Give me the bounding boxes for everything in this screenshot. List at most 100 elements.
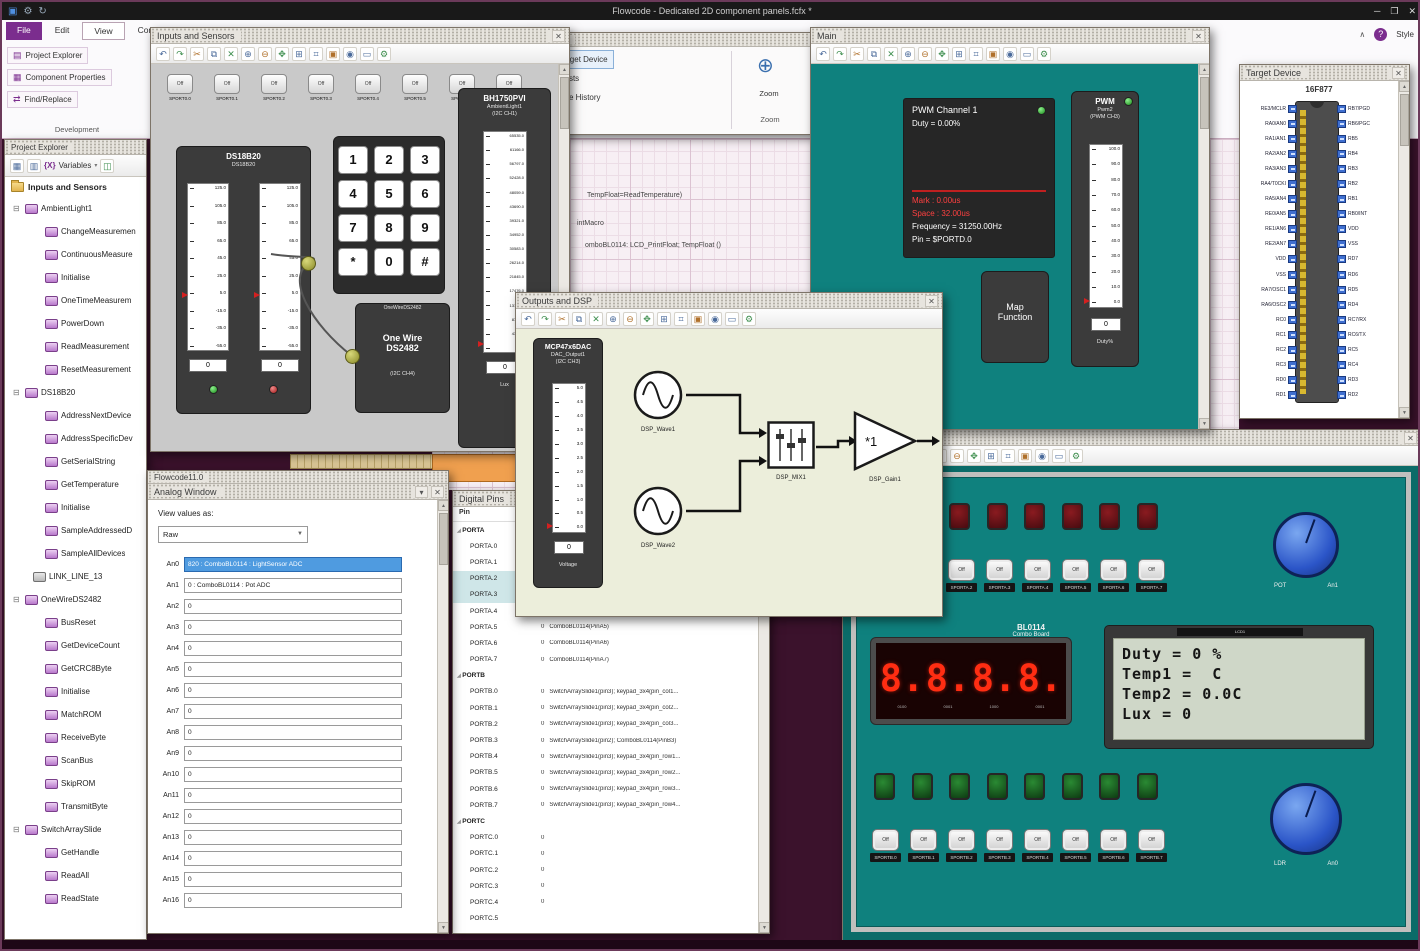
copy-icon[interactable]: ⧉ bbox=[867, 46, 881, 61]
close-icon[interactable]: ✕ bbox=[552, 29, 565, 42]
project-explorer-button[interactable]: ▤ Project Explorer bbox=[7, 47, 89, 64]
cut-icon[interactable]: ✂ bbox=[190, 46, 204, 61]
pin-pad[interactable] bbox=[1288, 270, 1297, 279]
maximize-button[interactable]: ❐ bbox=[1390, 6, 1398, 17]
camera-icon[interactable]: ◉ bbox=[1003, 46, 1017, 61]
analog-value-field[interactable]: 0 bbox=[184, 893, 402, 908]
pin-pad[interactable] bbox=[1288, 149, 1297, 158]
pin-row[interactable]: PORTC bbox=[453, 813, 758, 829]
delete-icon[interactable]: ✕ bbox=[224, 46, 238, 61]
variables-label[interactable]: Variables bbox=[59, 161, 92, 170]
pan-icon[interactable]: ✥ bbox=[935, 46, 949, 61]
tree-item[interactable]: LINK_LINE_13 bbox=[5, 565, 146, 588]
snap-icon[interactable]: ⌗ bbox=[309, 46, 323, 61]
filter-icon[interactable]: ◫ bbox=[100, 158, 115, 173]
switch-button[interactable]: Off bbox=[1024, 559, 1051, 581]
settings-icon[interactable]: ⚙ bbox=[23, 6, 32, 17]
tree-item[interactable]: OneTimeMeasurem bbox=[5, 289, 146, 312]
tree-item[interactable]: ContinuousMeasure bbox=[5, 243, 146, 266]
pin-row[interactable]: PORTC.3 0 bbox=[453, 878, 758, 894]
cut-icon[interactable]: ✂ bbox=[850, 46, 864, 61]
analog-value-field[interactable]: 0 bbox=[184, 620, 402, 635]
pin-row[interactable]: PORTC.5 bbox=[453, 911, 758, 927]
scroll-up-icon[interactable]: ▲ bbox=[1199, 64, 1209, 75]
layers-icon[interactable]: ▣ bbox=[986, 46, 1000, 61]
tree-item[interactable]: GetCRC8Byte bbox=[5, 657, 146, 680]
pin-pad[interactable] bbox=[1288, 285, 1297, 294]
pin-pad[interactable] bbox=[1337, 391, 1346, 400]
pin-row[interactable]: PORTB bbox=[453, 668, 758, 684]
pin-pad[interactable] bbox=[1288, 225, 1297, 234]
analog-value-field[interactable]: 0 : ComboBL0114 : Pot ADC bbox=[184, 578, 402, 593]
ruler-icon[interactable]: ▭ bbox=[1052, 448, 1066, 463]
tree-item[interactable]: PowerDown bbox=[5, 312, 146, 335]
pin-pad[interactable] bbox=[1288, 164, 1297, 173]
pin-pad[interactable] bbox=[1337, 285, 1346, 294]
scroll-up-icon[interactable]: ▲ bbox=[1399, 81, 1409, 92]
zoom-out-icon[interactable]: ⊖ bbox=[258, 46, 272, 61]
delete-icon[interactable]: ✕ bbox=[589, 311, 603, 326]
tree-item[interactable]: ⊟ SwitchArraySlide bbox=[5, 818, 146, 841]
pin-pad[interactable] bbox=[1337, 195, 1346, 204]
scrollbar[interactable]: ▲ ▼ bbox=[1198, 64, 1209, 429]
zoom-out-icon[interactable]: ⊖ bbox=[950, 448, 964, 463]
switch-button[interactable]: Off bbox=[986, 829, 1013, 851]
tree-item[interactable]: ⊟ DS18B20 bbox=[5, 381, 146, 404]
tree-item[interactable]: ReadState bbox=[5, 887, 146, 910]
ldr-knob[interactable] bbox=[1270, 783, 1342, 855]
pin-pad[interactable] bbox=[1337, 240, 1346, 249]
delete-icon[interactable]: ✕ bbox=[884, 46, 898, 61]
tree-root[interactable]: Inputs and Sensors bbox=[5, 177, 146, 197]
tree-item[interactable]: TransmitByte bbox=[5, 795, 146, 818]
cut-icon[interactable]: ✂ bbox=[555, 311, 569, 326]
pin-row[interactable]: PORTB.6 0 SwitchArraySlide1(pin3); keypa… bbox=[453, 781, 758, 797]
pin-pad[interactable] bbox=[1288, 255, 1297, 264]
analog-value-field[interactable]: 0 bbox=[184, 746, 402, 761]
pin-pad[interactable] bbox=[1288, 104, 1297, 113]
scroll-down-icon[interactable]: ▼ bbox=[759, 922, 769, 933]
analog-value-field[interactable]: 0 bbox=[184, 641, 402, 656]
switch-button[interactable]: Off bbox=[910, 829, 937, 851]
analog-value-field[interactable]: 0 bbox=[184, 788, 402, 803]
expander-icon[interactable]: ⊟ bbox=[13, 595, 22, 604]
pin-pad[interactable] bbox=[1337, 376, 1346, 385]
pin-pad[interactable] bbox=[1337, 361, 1346, 370]
pin-pad[interactable] bbox=[1288, 330, 1297, 339]
close-icon[interactable]: ✕ bbox=[431, 485, 444, 498]
pin-pad[interactable] bbox=[1337, 164, 1346, 173]
panel-titlebar[interactable]: Inputs and Sensors ✕ bbox=[151, 28, 569, 44]
settings-icon[interactable]: ⚙ bbox=[742, 311, 756, 326]
pin-pad[interactable] bbox=[1337, 104, 1346, 113]
scale-marker[interactable] bbox=[1084, 298, 1090, 304]
tree-item[interactable]: Initialise bbox=[5, 496, 146, 519]
pin-pad[interactable] bbox=[1337, 149, 1346, 158]
tree-item[interactable]: ScanBus bbox=[5, 749, 146, 772]
redo-icon[interactable]: ↷ bbox=[833, 46, 847, 61]
undo-icon[interactable]: ↶ bbox=[521, 311, 535, 326]
tree-item[interactable]: AddressSpecificDev bbox=[5, 427, 146, 450]
collapse-ribbon-icon[interactable]: ∧ bbox=[1359, 30, 1365, 39]
panel-titlebar[interactable]: Main ✕ bbox=[811, 28, 1209, 44]
components-icon[interactable]: ▦ bbox=[10, 158, 24, 173]
ribbon-tab[interactable]: View bbox=[82, 22, 125, 40]
pin-pad[interactable] bbox=[1288, 180, 1297, 189]
pin-pad[interactable] bbox=[1337, 346, 1346, 355]
switch-button[interactable]: Off bbox=[1100, 829, 1127, 851]
scale-marker[interactable] bbox=[547, 523, 553, 529]
close-icon[interactable]: ✕ bbox=[1392, 66, 1405, 79]
pin-pad[interactable] bbox=[1288, 210, 1297, 219]
ruler-icon[interactable]: ▭ bbox=[1020, 46, 1034, 61]
switch-button[interactable]: Off bbox=[948, 559, 975, 581]
pin-pad[interactable] bbox=[1337, 180, 1346, 189]
settings-icon[interactable]: ⚙ bbox=[1037, 46, 1051, 61]
chevron-down-icon[interactable]: ▾ bbox=[94, 162, 97, 169]
tree-item[interactable]: Initialise bbox=[5, 266, 146, 289]
pin-pad[interactable] bbox=[1288, 240, 1297, 249]
camera-icon[interactable]: ◉ bbox=[1035, 448, 1049, 463]
analog-value-field[interactable]: 0 bbox=[184, 704, 402, 719]
scroll-down-icon[interactable]: ▼ bbox=[1199, 418, 1209, 429]
layers-icon[interactable]: ▣ bbox=[691, 311, 705, 326]
zoom-out-icon[interactable]: ⊖ bbox=[918, 46, 932, 61]
pin-row[interactable]: PORTA.5 0 ComboBL0114(PinA5) bbox=[453, 619, 758, 635]
tree-item[interactable]: ReceiveByte bbox=[5, 726, 146, 749]
